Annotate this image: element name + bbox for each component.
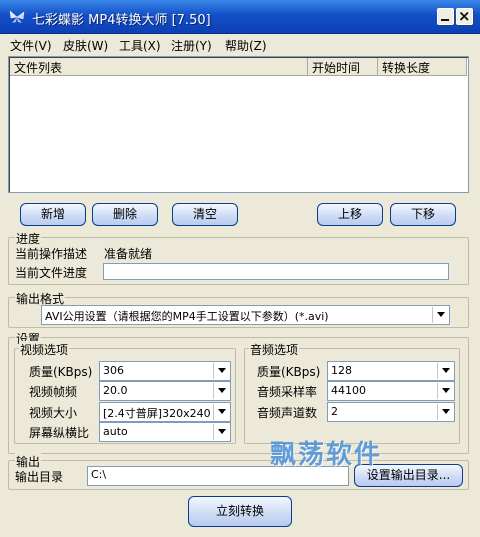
close-button[interactable] (456, 8, 473, 25)
chevron-down-icon[interactable] (437, 404, 453, 420)
file-list[interactable]: 文件列表 开始时间 转换长度 (8, 56, 469, 193)
sample-rate-select[interactable]: 44100 (327, 381, 455, 401)
chevron-down-icon[interactable] (213, 424, 229, 440)
app-butterfly-icon (8, 8, 26, 26)
video-fps-select[interactable]: 20.0 (99, 381, 231, 401)
aspect-ratio-value: auto (103, 425, 128, 438)
video-quality-select[interactable]: 306 (99, 361, 231, 381)
move-down-button[interactable]: 下移 (390, 203, 456, 226)
chevron-down-icon[interactable] (432, 307, 448, 323)
video-quality-value: 306 (103, 364, 124, 377)
move-up-button[interactable]: 上移 (317, 203, 383, 226)
video-size-value: [2.4寸普屏]320x240 (103, 407, 210, 420)
chevron-down-icon[interactable] (213, 404, 229, 420)
video-fps-label: 视频帧频 (29, 385, 78, 399)
output-format-value: AVI公用设置（请根据您的MP4手工设置以下参数）(*.avi) (45, 310, 329, 323)
video-options-title: 视频选项 (19, 341, 70, 358)
chevron-down-icon[interactable] (437, 383, 453, 399)
minimize-button[interactable] (437, 8, 454, 25)
output-format-group: 输出格式 AVI公用设置（请根据您的MP4手工设置以下参数）(*.avi) (8, 290, 469, 328)
output-dir-label: 输出目录 (15, 470, 64, 484)
column-header-duration[interactable]: 转换长度 (378, 58, 467, 76)
convert-now-button[interactable]: 立刻转换 (188, 496, 292, 527)
add-button[interactable]: 新增 (20, 203, 86, 226)
audio-channels-label: 音频声道数 (257, 406, 318, 420)
video-options-group: 视频选项 质量(KBps) 306 视频帧频 20.0 视频大小 [2.4寸普屏… (14, 341, 236, 444)
operation-desc-label: 当前操作描述 (15, 247, 88, 261)
minimize-icon (441, 19, 449, 21)
chevron-down-icon[interactable] (437, 363, 453, 379)
operation-desc-value: 准备就绪 (104, 247, 153, 261)
column-header-file-list[interactable]: 文件列表 (10, 58, 308, 76)
menu-skin[interactable]: 皮肤(W) (63, 37, 108, 54)
aspect-ratio-select[interactable]: auto (99, 422, 231, 442)
audio-quality-label: 质量(KBps) (257, 365, 321, 379)
settings-group: 设置 视频选项 质量(KBps) 306 视频帧频 20.0 视频大小 [2.4… (8, 330, 469, 454)
column-header-start-time[interactable]: 开始时间 (308, 58, 378, 76)
progress-group: 进度 当前操作描述 准备就绪 当前文件进度 (8, 230, 469, 285)
audio-quality-select[interactable]: 128 (327, 361, 455, 381)
video-size-select[interactable]: [2.4寸普屏]320x240 (99, 402, 231, 422)
output-format-select[interactable]: AVI公用设置（请根据您的MP4手工设置以下参数）(*.avi) (41, 305, 450, 325)
aspect-ratio-label: 屏幕纵横比 (29, 426, 90, 440)
chevron-down-icon[interactable] (213, 383, 229, 399)
output-group: 输出 输出目录 C:\ 设置输出目录... (8, 453, 469, 490)
file-progress-label: 当前文件进度 (15, 266, 88, 280)
audio-options-title: 音频选项 (249, 341, 300, 358)
audio-channels-value: 2 (331, 405, 338, 418)
video-quality-label: 质量(KBps) (29, 365, 93, 379)
clear-button[interactable]: 清空 (172, 203, 238, 226)
audio-channels-select[interactable]: 2 (327, 402, 455, 422)
window-title: 七彩蝶影 MP4转换大师 [7.50] (32, 13, 211, 28)
audio-quality-value: 128 (331, 364, 352, 377)
menu-bar: 文件(V) 皮肤(W) 工具(X) 注册(Y) 帮助(Z) (0, 34, 480, 54)
title-bar[interactable]: 七彩蝶影 MP4转换大师 [7.50] (0, 0, 480, 34)
audio-options-group: 音频选项 质量(KBps) 128 音频采样率 44100 音频声道数 2 (244, 341, 460, 444)
video-size-label: 视频大小 (29, 406, 78, 420)
menu-register[interactable]: 注册(Y) (171, 37, 212, 54)
delete-button[interactable]: 删除 (92, 203, 158, 226)
video-fps-value: 20.0 (103, 384, 128, 397)
watermark-text: 飘荡软件 (270, 440, 383, 470)
close-icon (459, 11, 469, 21)
sample-rate-value: 44100 (331, 384, 366, 397)
sample-rate-label: 音频采样率 (257, 385, 318, 399)
menu-help[interactable]: 帮助(Z) (225, 37, 267, 54)
menu-tools[interactable]: 工具(X) (119, 37, 161, 54)
menu-file[interactable]: 文件(V) (10, 37, 52, 54)
chevron-down-icon[interactable] (213, 363, 229, 379)
file-progress-bar (103, 263, 449, 280)
